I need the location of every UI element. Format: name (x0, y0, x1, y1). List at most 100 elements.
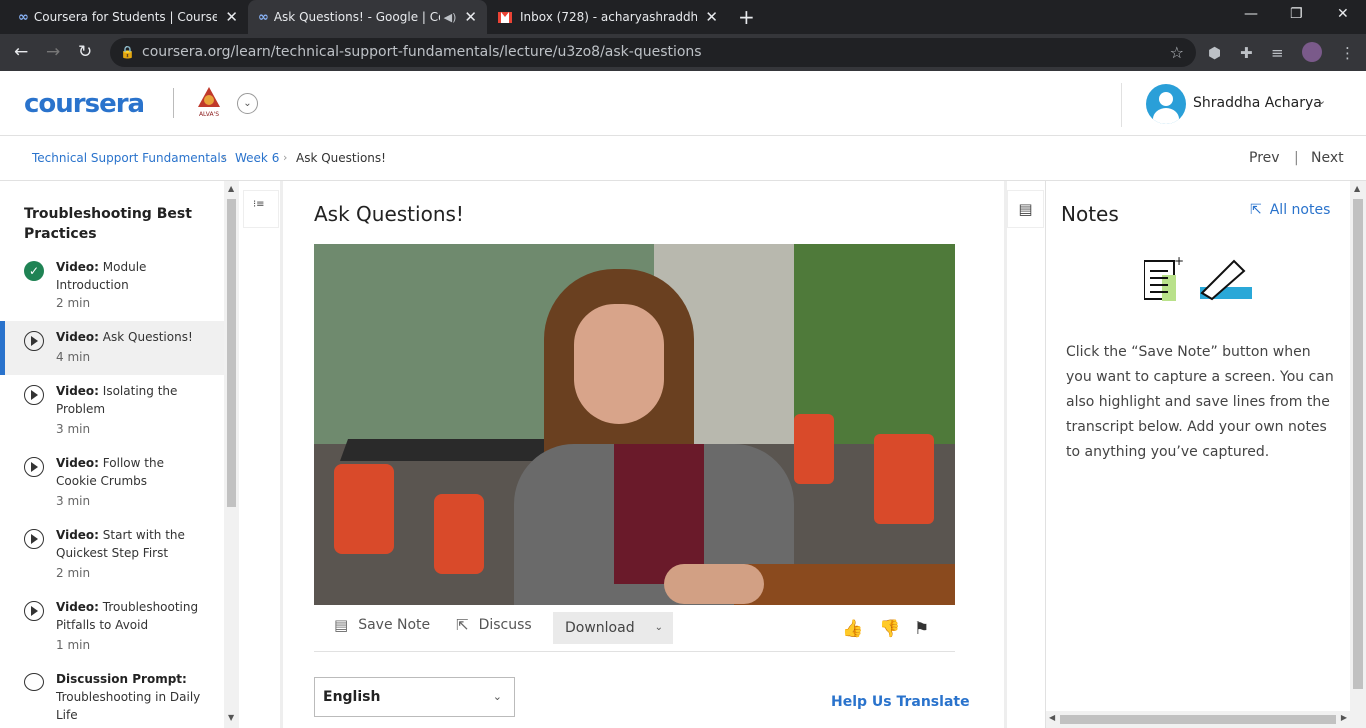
shield-extension-icon[interactable]: ⬢ (1208, 44, 1221, 62)
breadcrumb-course-link[interactable]: Technical Support Fundamentals (32, 151, 227, 165)
new-tab-icon[interactable]: + (738, 5, 755, 29)
alvas-org-logo[interactable]: ALVA'S (194, 85, 224, 119)
lesson-item-duration: 4 min (56, 350, 91, 364)
thumbs-up-icon[interactable]: 👍 (842, 619, 863, 639)
lesson-item-type: Discussion Prompt: (56, 672, 187, 686)
flag-icon[interactable]: ⚑ (914, 619, 929, 639)
header-divider (173, 88, 174, 118)
lesson-item-duration: 2 min (56, 296, 91, 310)
back-icon[interactable]: ← (14, 42, 28, 62)
lesson-item-type: Video: (56, 528, 99, 542)
browser-tab-ask-questions[interactable]: ∞ Ask Questions! - Google | Co ◀) ✕ (248, 0, 487, 34)
toggle-notes-button[interactable]: ▤ (1007, 190, 1044, 228)
video-scene (794, 414, 834, 484)
browser-tab-inbox[interactable]: Inbox (728) - acharyashraddha30 ✕ (488, 0, 728, 34)
browser-toolbar: ← → ↻ 🔒 coursera.org/learn/technical-sup… (0, 34, 1366, 71)
browser-tab-coursera[interactable]: ∞ Coursera for Students | Coursera ✕ (8, 0, 248, 34)
lesson-item[interactable]: Video: Ask Questions! 4 min (0, 321, 224, 375)
discuss-button[interactable]: ⇱ Discuss (456, 616, 532, 634)
lesson-item[interactable]: Video: Isolating the Problem 3 min (0, 375, 224, 436)
lesson-item[interactable]: ✓ Video: Module Introduction 2 min (0, 251, 224, 310)
media-control-icon[interactable]: ≡ (1271, 44, 1284, 62)
profile-avatar-icon[interactable] (1302, 42, 1322, 62)
scrollbar-thumb[interactable] (227, 199, 236, 507)
lesson-item-title: Video: Troubleshooting Pitfalls to Avoid (56, 598, 206, 634)
all-notes-link[interactable]: ⇱ All notes (1250, 202, 1330, 218)
lesson-item-title: Video: Follow the Cookie Crumbs (56, 454, 206, 490)
window-close-icon[interactable]: ✕ (1337, 6, 1349, 22)
user-name[interactable]: Shraddha Acharya (1193, 95, 1322, 111)
chevron-down-icon[interactable]: ⌄ (1317, 94, 1326, 107)
scroll-down-icon[interactable]: ▼ (228, 713, 234, 722)
minimize-icon[interactable]: — (1244, 6, 1258, 22)
scroll-up-icon[interactable]: ▲ (228, 184, 234, 193)
play-icon (24, 457, 44, 477)
lesson-item-title: Video: Start with the Quickest Step Firs… (56, 526, 206, 562)
coursera-logo[interactable]: coursera (24, 89, 145, 119)
scroll-left-icon[interactable]: ◀ (1049, 713, 1055, 722)
lock-icon[interactable]: 🔒 (120, 38, 135, 67)
lesson-item-title: Video: Isolating the Problem (56, 382, 206, 418)
thumbs-down-icon[interactable]: 👎 (879, 619, 900, 639)
lesson-item[interactable]: Video: Start with the Quickest Step Firs… (0, 519, 224, 580)
help-translate-link[interactable]: Help Us Translate (831, 694, 970, 710)
scrollbar-thumb[interactable] (1060, 715, 1336, 724)
close-tab-icon[interactable]: ✕ (464, 8, 477, 26)
org-logo-text: ALVA'S (199, 111, 219, 118)
reload-icon[interactable]: ↻ (78, 42, 92, 62)
page-title: Ask Questions! (314, 202, 464, 226)
horizontal-scrollbar[interactable]: ◀ ▶ (1046, 711, 1350, 728)
extensions-puzzle-icon[interactable]: ✚ (1240, 44, 1253, 62)
close-tab-icon[interactable]: ✕ (705, 8, 718, 26)
lesson-item[interactable]: Discussion Prompt: Troubleshooting in Da… (0, 663, 224, 728)
save-note-label: Save Note (358, 617, 431, 633)
restore-icon[interactable]: ❐ (1290, 6, 1303, 22)
notes-title: Notes (1061, 202, 1119, 226)
play-icon (24, 331, 44, 351)
user-avatar[interactable] (1146, 84, 1186, 124)
video-scene (734, 564, 955, 605)
bookmark-star-icon[interactable]: ☆ (1170, 38, 1184, 67)
lesson-item-name: Troubleshooting in Daily Life (56, 690, 201, 722)
address-bar[interactable]: 🔒 coursera.org/learn/technical-support-f… (110, 38, 1196, 67)
next-button[interactable]: Next (1311, 150, 1344, 166)
play-icon (24, 529, 44, 549)
video-player[interactable] (314, 244, 955, 605)
toggle-sidebar-button[interactable]: ⁝≡ (243, 190, 279, 228)
video-scene (334, 464, 394, 554)
notes-scrollbar[interactable]: ▲ (1350, 181, 1366, 728)
language-select[interactable]: English ⌄ (314, 677, 515, 717)
lesson-item-title: Video: Module Introduction (56, 258, 206, 294)
coursera-favicon-icon: ∞ (258, 9, 269, 25)
scroll-right-icon[interactable]: ▶ (1341, 713, 1347, 722)
lesson-title: Troubleshooting Best Practices (24, 206, 192, 242)
chevron-down-icon[interactable]: ⌄ (237, 93, 258, 114)
url-text: coursera.org/learn/technical-support-fun… (142, 44, 702, 60)
video-scene (574, 304, 664, 424)
lesson-sidebar: Troubleshooting Best Practices ✓ Video: … (0, 181, 224, 728)
close-tab-icon[interactable]: ✕ (225, 8, 238, 26)
lesson-item[interactable]: Video: Follow the Cookie Crumbs 3 min (0, 447, 224, 508)
forward-icon[interactable]: → (46, 42, 60, 62)
list-icon: ⁝≡ (253, 199, 265, 210)
breadcrumb: Technical Support Fundamentals › Week 6 … (0, 136, 1366, 181)
sidebar-scrollbar[interactable]: ▲ ▼ (224, 181, 239, 728)
chevron-down-icon: ⌄ (654, 622, 663, 633)
lesson-item-duration: 3 min (56, 494, 91, 508)
save-note-button[interactable]: ▤ Save Note (334, 616, 430, 634)
audio-playing-icon[interactable]: ◀) (444, 11, 457, 24)
video-scene (614, 444, 704, 584)
browser-menu-icon[interactable]: ⋮ (1340, 44, 1355, 62)
prev-button[interactable]: Prev (1249, 150, 1280, 166)
video-scene (434, 494, 484, 574)
breadcrumb-week-link[interactable]: Week 6 (235, 151, 279, 165)
language-value: English (323, 689, 381, 705)
scroll-up-icon[interactable]: ▲ (1354, 184, 1360, 193)
lesson-item-type: Video: (56, 456, 99, 470)
scrollbar-thumb[interactable] (1353, 199, 1363, 689)
chevron-right-icon: › (283, 151, 288, 164)
video-toolbar: ▤ Save Note ⇱ Discuss Download ⌄ 👍 👎 ⚑ (314, 605, 955, 652)
lesson-item-duration: 3 min (56, 422, 91, 436)
lesson-item[interactable]: Video: Troubleshooting Pitfalls to Avoid… (0, 591, 224, 652)
download-dropdown[interactable]: Download ⌄ (553, 612, 673, 644)
